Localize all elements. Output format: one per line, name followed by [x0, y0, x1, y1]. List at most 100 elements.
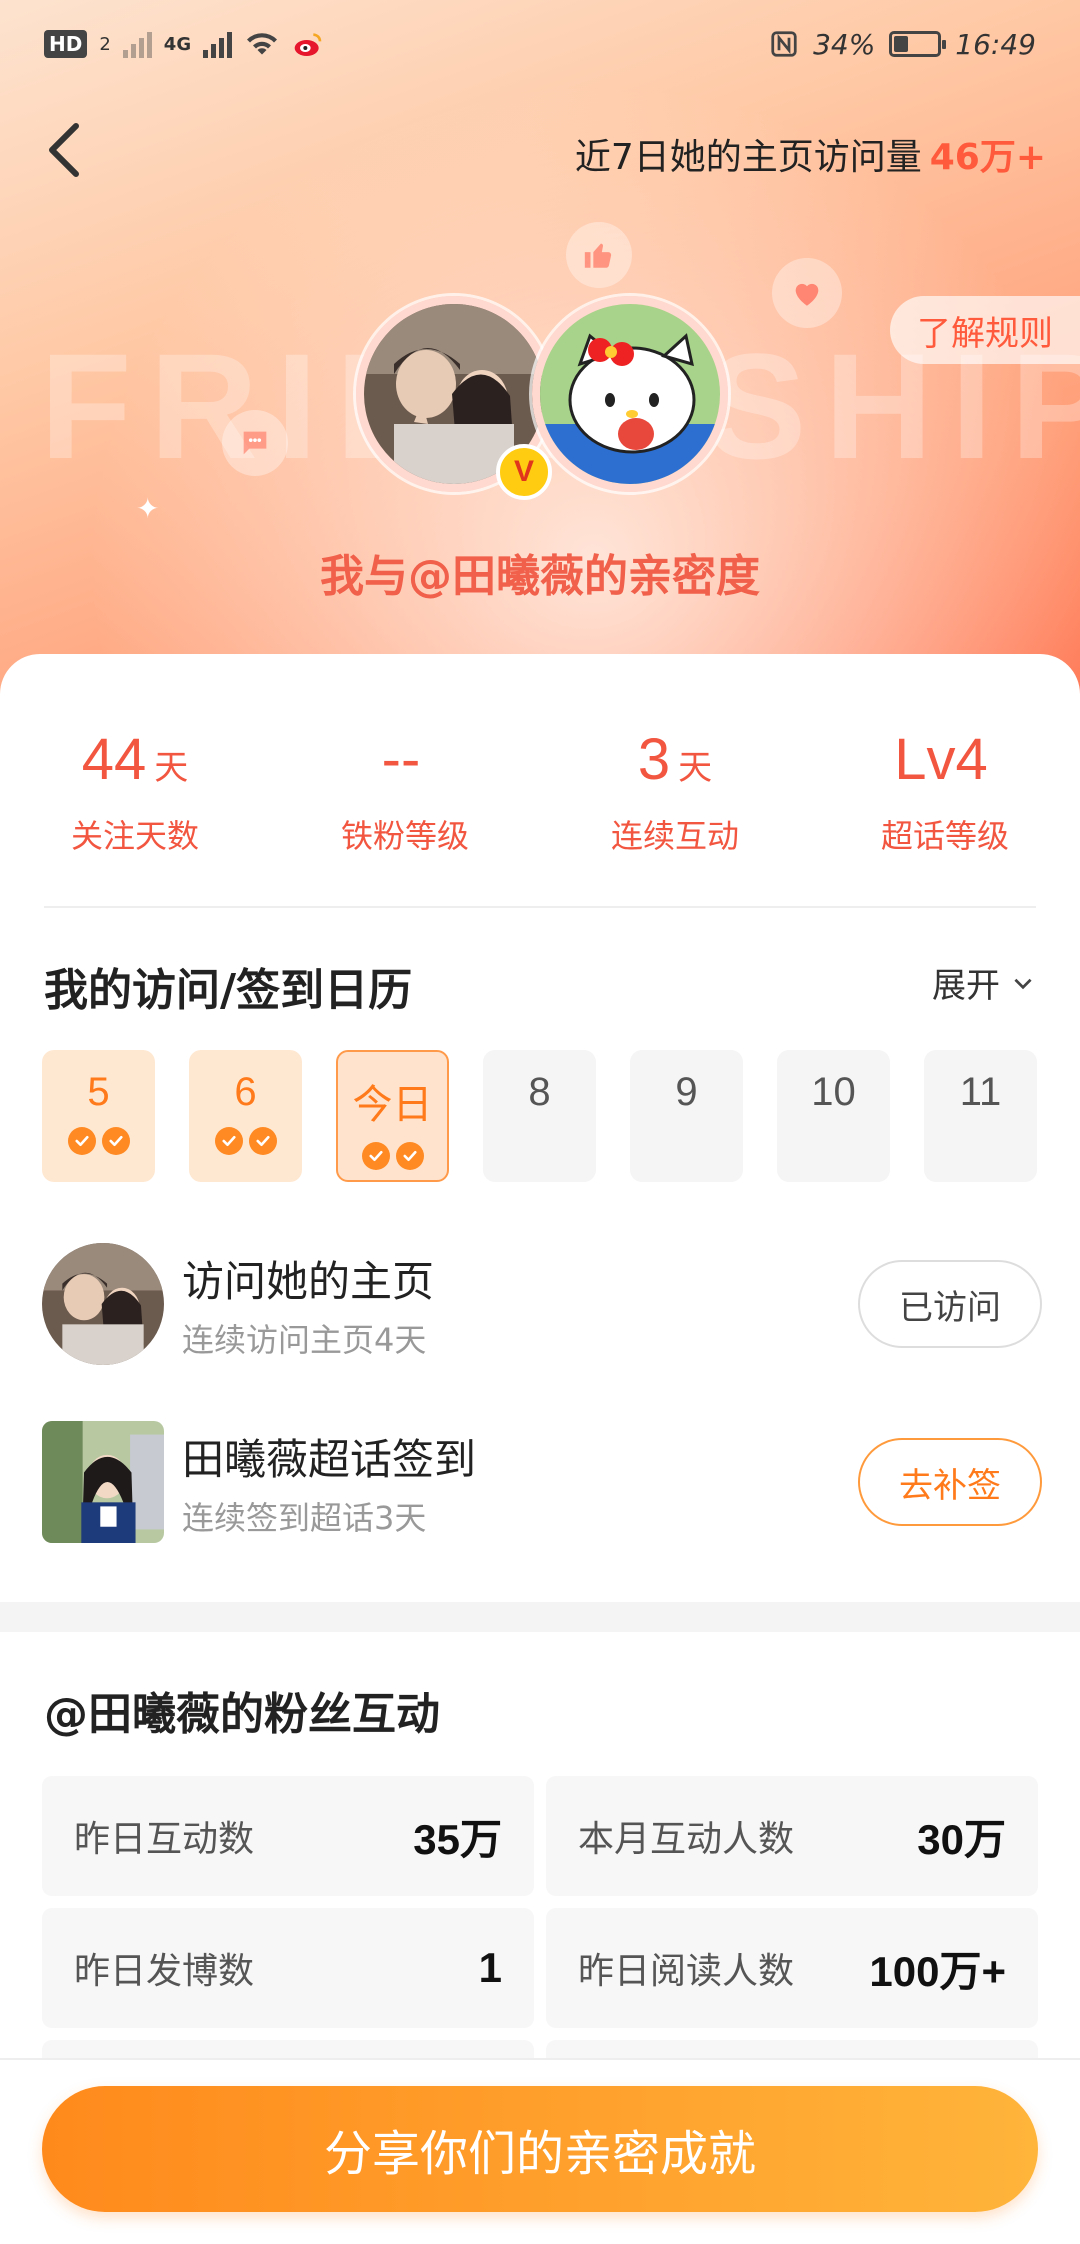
- stat-value: --: [381, 727, 421, 792]
- her-avatar[interactable]: [532, 296, 728, 492]
- calendar-day[interactable]: 10: [777, 1050, 890, 1182]
- battery-icon: [889, 31, 947, 57]
- fans-cell: 昨日阅读人数 100万+: [546, 1908, 1038, 2028]
- fans-title: @田曦薇的粉丝互动: [44, 1689, 440, 1740]
- calendar-day[interactable]: 5: [42, 1050, 155, 1182]
- intimacy-title: 我与@田曦薇的亲密度: [320, 551, 760, 602]
- visited-button[interactable]: 已访问: [858, 1260, 1042, 1348]
- visit-check-icon: [361, 1142, 390, 1170]
- stat-topic-level[interactable]: Lv4 超话等级: [810, 726, 1080, 857]
- heart-bubble: [772, 258, 842, 328]
- wifi-icon: [247, 33, 278, 55]
- checkmarks: [214, 1127, 277, 1155]
- stat-label: 关注天数: [70, 817, 199, 855]
- visit-label: 近7日她的主页访问量: [574, 137, 922, 178]
- day-label: 今日: [352, 1083, 433, 1127]
- weibo-icon: [294, 33, 322, 56]
- day-label: 11: [959, 1070, 1002, 1114]
- stat-label: 超话等级: [880, 817, 1009, 855]
- heart-icon: [795, 283, 819, 306]
- fans-cell: 昨日互动数 35万: [42, 1776, 534, 1896]
- stat-fan-level[interactable]: -- 铁粉等级: [270, 726, 540, 857]
- cell-label: 本月互动人数: [578, 1819, 795, 1860]
- checkin-check-icon: [101, 1127, 130, 1155]
- expand-button[interactable]: 展开: [932, 958, 1036, 1007]
- stat-unit: 天: [678, 749, 713, 787]
- cell-label: 昨日互动数: [74, 1819, 255, 1860]
- stat-unit: 天: [154, 749, 189, 787]
- thumbs-up-bubble: [566, 222, 632, 288]
- stat-label: 铁粉等级: [340, 817, 469, 855]
- section-gap: [0, 1602, 1080, 1632]
- task-visit-avatar: [42, 1243, 164, 1365]
- task-checkin-thumb: [42, 1421, 164, 1543]
- chevron-left-icon: [49, 123, 79, 177]
- calendar-day[interactable]: 11: [924, 1050, 1037, 1182]
- share-button[interactable]: 分享你们的亲密成就: [42, 2086, 1038, 2212]
- stat-value: Lv4: [894, 727, 988, 792]
- checkmarks: [67, 1127, 130, 1155]
- stat-value: 44: [81, 727, 147, 792]
- visit-check-icon: [67, 1127, 96, 1155]
- visit-count-line: 近7日她的主页访问量 46万+: [575, 128, 1046, 180]
- day-label: 5: [87, 1070, 110, 1114]
- task-subtitle: 连续访问主页4天: [182, 1320, 427, 1359]
- signal-2-icon: [203, 30, 233, 58]
- chevron-down-icon: [1014, 978, 1032, 989]
- signal-1-icon: [122, 30, 152, 58]
- calendar-day[interactable]: 今日: [336, 1050, 449, 1182]
- calendar-title: 我的访问/签到日历: [44, 965, 413, 1016]
- back-button[interactable]: [36, 118, 96, 182]
- expand-label: 展开: [932, 966, 1000, 1006]
- checkmarks: [361, 1142, 424, 1170]
- hello-kitty-avatar-icon: [540, 304, 720, 484]
- makeup-checkin-button[interactable]: 去补签: [858, 1438, 1042, 1526]
- stat-label: 连续互动: [610, 817, 739, 855]
- topic-photo-icon: [42, 1421, 164, 1543]
- calendar-day[interactable]: 6: [189, 1050, 302, 1182]
- cell-label: 昨日阅读人数: [578, 1951, 795, 1992]
- task-checkin: 田曦薇超话签到 连续签到超话3天 去补签: [42, 1420, 1042, 1544]
- avatar-photo-icon: [42, 1243, 164, 1365]
- clock: 16:49: [955, 27, 1036, 61]
- stat-value: 3: [637, 727, 671, 792]
- battery-percent: 34%: [813, 27, 876, 61]
- stat-follow-days: 44 天 关注天数: [0, 726, 270, 857]
- rules-button[interactable]: 了解规则: [890, 296, 1080, 364]
- checkin-check-icon: [395, 1142, 424, 1170]
- chat-bubble: [222, 410, 288, 476]
- sparkle-icon: ✦: [136, 492, 160, 525]
- day-label: 10: [811, 1070, 856, 1114]
- calendar-days: 5 6 今日 8 9 10 11: [42, 1050, 1037, 1182]
- task-subtitle: 连续签到超话3天: [182, 1498, 427, 1537]
- visit-value: 46万+: [929, 137, 1046, 178]
- visit-check-icon: [214, 1127, 243, 1155]
- cell-value: 1: [478, 1944, 502, 1991]
- fans-cell: 本月互动人数 30万: [546, 1776, 1038, 1896]
- thumbs-up-icon: [584, 243, 612, 268]
- stats-row: 44 天 关注天数 -- 铁粉等级 3天 连续互动 Lv4 超话等级: [0, 726, 1080, 857]
- calendar-day[interactable]: 9: [630, 1050, 743, 1182]
- cell-value: 35万: [413, 1815, 502, 1863]
- calendar-day[interactable]: 8: [483, 1050, 596, 1182]
- fans-cell: 昨日发博数 1: [42, 1908, 534, 2028]
- hd-badge: HD: [44, 30, 88, 58]
- divider: [44, 906, 1036, 908]
- day-label: 6: [234, 1070, 257, 1114]
- checkin-check-icon: [248, 1127, 277, 1155]
- task-title: 田曦薇超话签到: [182, 1434, 477, 1484]
- day-label: 8: [528, 1070, 551, 1114]
- network-label: 4G: [163, 33, 192, 55]
- chat-icon: [243, 431, 267, 455]
- cell-value: 100万+: [869, 1947, 1006, 1995]
- day-label: 9: [675, 1070, 698, 1114]
- hd-sub: 2: [99, 33, 111, 55]
- stat-streak: 3天 连续互动: [540, 726, 810, 857]
- cell-value: 30万: [917, 1815, 1006, 1863]
- status-bar: HD 2 4G 34% 16:49: [0, 0, 1080, 88]
- nfc-icon: [771, 31, 797, 57]
- cell-label: 昨日发博数: [74, 1951, 255, 1992]
- task-title: 访问她的主页: [182, 1256, 435, 1306]
- verified-badge: V: [496, 444, 552, 500]
- task-visit: 访问她的主页 连续访问主页4天 已访问: [42, 1242, 1042, 1366]
